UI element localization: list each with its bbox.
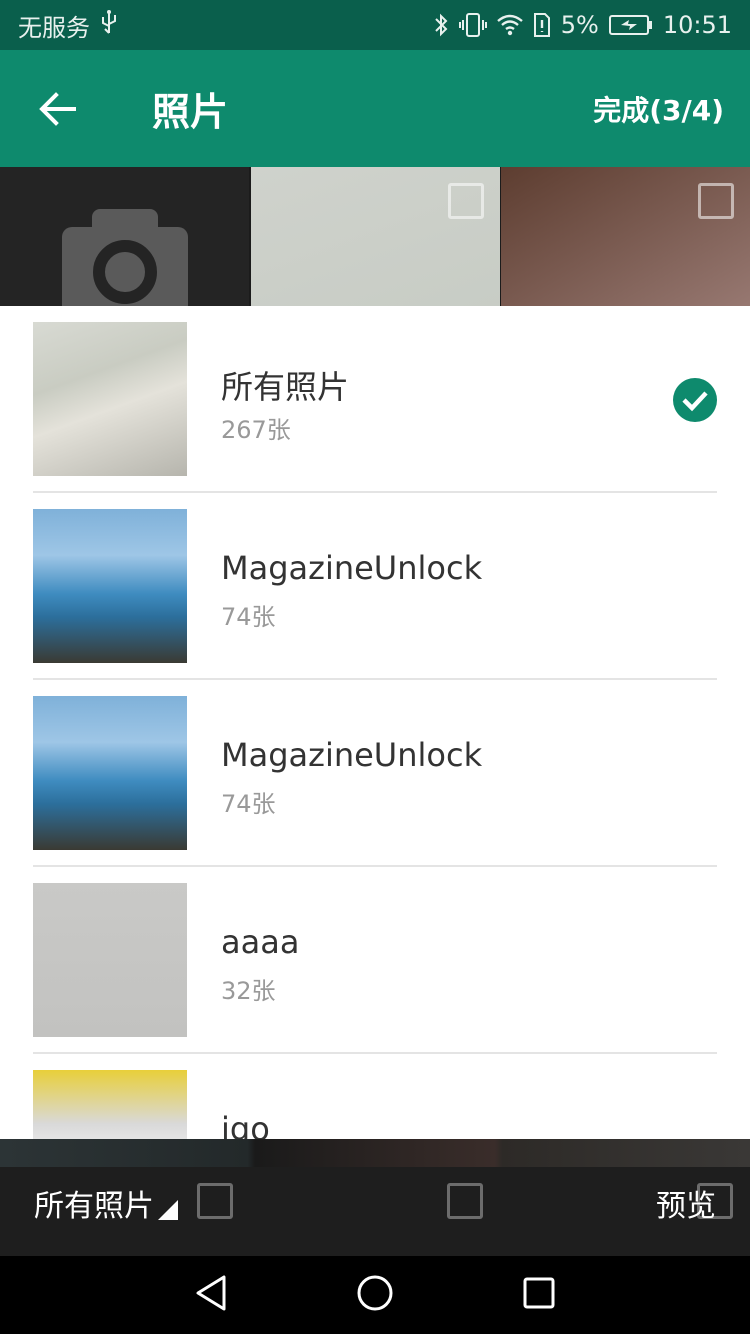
carrier-text: 无服务 [18, 13, 90, 42]
page-title: 照片 [152, 90, 229, 134]
photo-select-checkbox[interactable] [698, 183, 734, 219]
album-switch-label: 所有照片 [34, 1189, 154, 1224]
status-right: 5% 10:51 [433, 11, 732, 39]
preview-button[interactable]: 预览 [656, 1181, 716, 1225]
album-thumbnail [33, 696, 187, 850]
album-item[interactable]: igo [33, 1054, 717, 1139]
album-item[interactable]: MagazineUnlock 74张 [33, 680, 717, 867]
album-switch-button[interactable]: 所有照片 [34, 1181, 178, 1225]
album-count: 74张 [221, 603, 276, 631]
album-list: 所有照片 267张 MagazineUnlock 74张 MagazineUnl… [0, 306, 750, 1139]
album-count: 267张 [221, 416, 291, 444]
circle-home-icon [357, 1275, 393, 1311]
vibrate-icon [458, 12, 487, 38]
photo-select-checkbox[interactable] [448, 183, 484, 219]
sim-icon [533, 12, 551, 38]
album-item[interactable]: aaaa 32张 [33, 867, 717, 1054]
status-bar: 无服务 5% 10:51 [0, 0, 750, 50]
arrow-left-icon [39, 91, 76, 126]
bottom-toolbar: 所有照片 预览 [0, 1139, 750, 1256]
album-thumbnail [33, 883, 187, 1037]
album-thumbnail [33, 1070, 187, 1139]
system-nav-bar [0, 1256, 750, 1334]
check-circle-icon [673, 378, 717, 422]
album-name: MagazineUnlock [221, 549, 483, 587]
photo-picker-screen: 无服务 5% 10:51 照片 完成(3/4) 所有照片 267张 Magazi… [0, 0, 750, 1334]
photo-select-checkbox[interactable] [197, 1183, 233, 1219]
app-bar: 照片 完成(3/4) [0, 50, 750, 167]
home-nav-button[interactable] [356, 1274, 394, 1316]
battery-percent: 5% [560, 11, 599, 39]
square-recents-icon [523, 1277, 555, 1309]
done-button[interactable]: 完成(3/4) [593, 89, 724, 129]
album-item[interactable]: MagazineUnlock 74张 [33, 493, 717, 680]
album-name: igo [221, 1110, 270, 1139]
recents-nav-button[interactable] [522, 1276, 556, 1314]
album-name: 所有照片 [221, 368, 350, 406]
clock: 10:51 [662, 11, 732, 39]
album-name: aaaa [221, 923, 300, 961]
album-count: 74张 [221, 790, 276, 818]
album-item[interactable]: 所有照片 267张 [33, 306, 717, 493]
usb-icon [100, 9, 118, 41]
status-left: 无服务 [18, 8, 118, 43]
album-thumbnail [33, 322, 187, 476]
triangle-icon [158, 1200, 178, 1220]
back-button[interactable] [0, 50, 116, 167]
battery-icon [608, 14, 653, 36]
triangle-back-icon [196, 1275, 226, 1311]
bluetooth-icon [433, 12, 449, 38]
album-name: MagazineUnlock [221, 736, 483, 774]
album-count: 32张 [221, 977, 276, 1005]
album-thumbnail [33, 509, 187, 663]
back-nav-button[interactable] [194, 1274, 228, 1316]
wifi-icon [496, 14, 523, 36]
photo-select-checkbox[interactable] [447, 1183, 483, 1219]
photo-grid-strip [0, 1139, 750, 1167]
